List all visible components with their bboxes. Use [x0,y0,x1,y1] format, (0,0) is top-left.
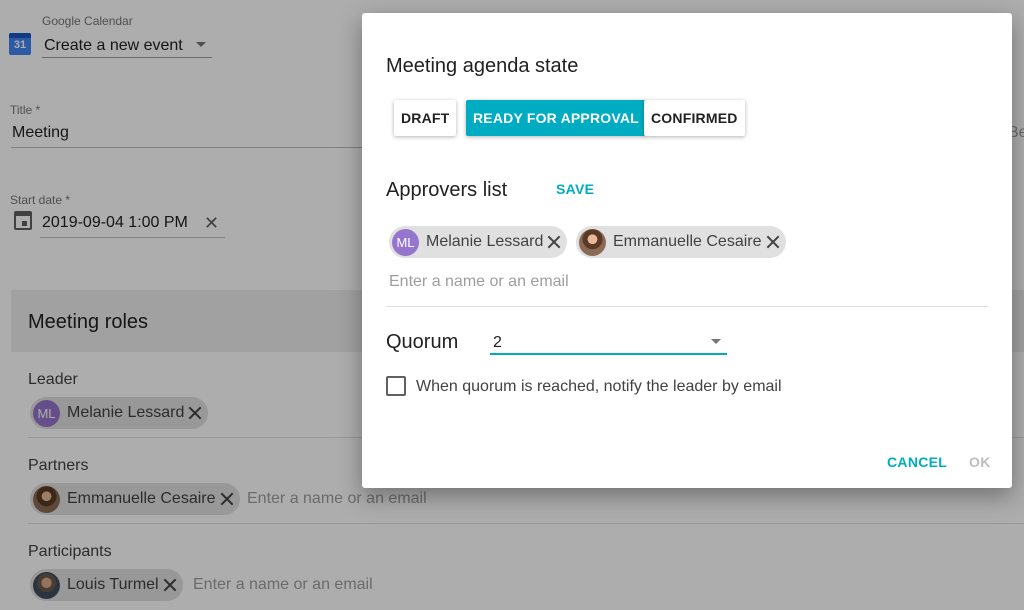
state-ready-for-approval-button[interactable]: READY FOR APPROVAL [466,100,646,136]
approver-input-underline [386,306,988,307]
quorum-select-value: 2 [493,334,502,351]
approver-chip[interactable]: ML Melanie Lessard [389,226,568,258]
dropdown-caret-icon [711,339,721,344]
remove-chip-icon[interactable] [545,233,563,251]
chip-name: Melanie Lessard [426,233,544,250]
approvers-list-title: Approvers list [386,179,508,201]
quorum-label: Quorum [386,331,459,353]
state-confirmed-button[interactable]: CONFIRMED [644,100,745,136]
state-draft-button[interactable]: DRAFT [394,100,457,136]
approver-search-input[interactable]: Enter a name or an email [389,273,569,291]
approver-chip[interactable]: Emmanuelle Cesaire [576,226,786,258]
quorum-select[interactable]: 2 [490,331,727,355]
notify-leader-checkbox[interactable] [386,376,406,396]
avatar: ML [392,228,419,256]
chip-name: Emmanuelle Cesaire [613,233,762,250]
cancel-button[interactable]: CANCEL [887,454,947,470]
avatar [579,228,606,256]
notify-leader-label[interactable]: When quorum is reached, notify the leade… [416,378,782,396]
ok-button[interactable]: OK [969,454,991,470]
save-button[interactable]: SAVE [556,181,594,197]
remove-chip-icon[interactable] [764,233,782,251]
dialog-title: Meeting agenda state [386,55,579,77]
agenda-state-dialog: Meeting agenda state DRAFT READY FOR APP… [362,13,1012,488]
